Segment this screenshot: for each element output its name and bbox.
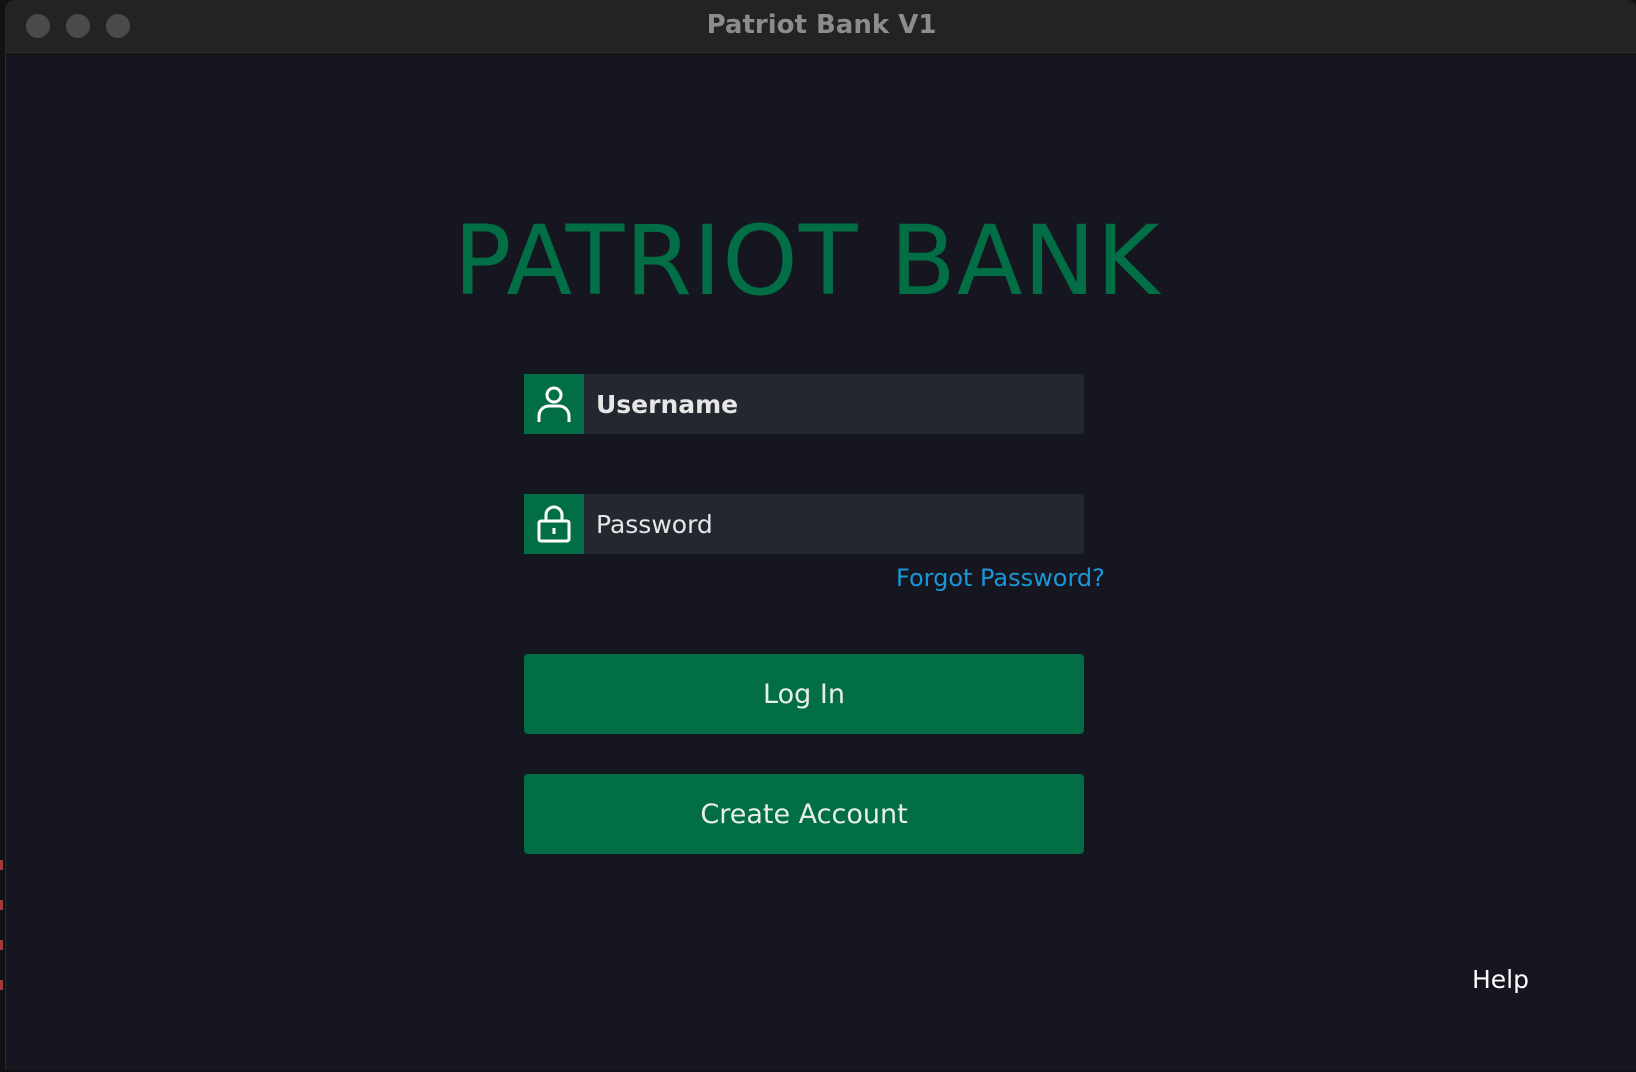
forgot-password-link[interactable]: Forgot Password?	[896, 564, 1105, 592]
password-field	[524, 493, 1084, 555]
username-input[interactable]	[584, 373, 1084, 435]
log-in-button[interactable]: Log In	[524, 654, 1084, 734]
help-link[interactable]: Help	[1472, 965, 1529, 994]
create-account-button[interactable]: Create Account	[524, 774, 1084, 854]
lock-icon	[524, 494, 584, 554]
user-icon	[524, 374, 584, 434]
password-input[interactable]	[584, 493, 1084, 555]
bank-logo-text: PATRIOT BANK	[453, 205, 1161, 317]
app-window: Patriot Bank V1 PATRIOT BANK Username Fo…	[5, 0, 1636, 1070]
username-field	[524, 373, 1084, 435]
window-title: Patriot Bank V1	[706, 10, 937, 40]
login-screen: PATRIOT BANK Forgot Password? Log I	[6, 55, 1636, 1070]
edge-artifacts	[0, 860, 4, 1020]
title-bar: Patriot Bank V1	[6, 0, 1636, 55]
